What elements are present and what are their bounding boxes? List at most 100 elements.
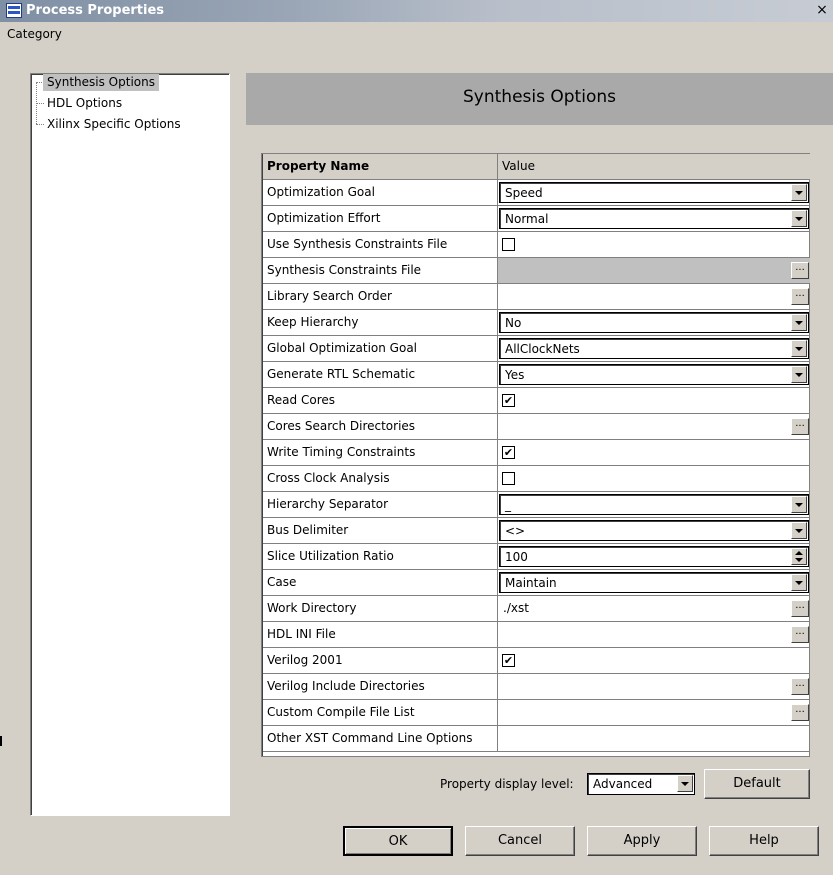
property-value[interactable]: ... [498, 674, 810, 700]
value-dropdown[interactable]: AllClockNets [499, 338, 809, 359]
table-row: Slice Utilization Ratio 100 [263, 544, 810, 570]
column-header-property-name[interactable]: Property Name [263, 154, 498, 180]
value-dropdown[interactable]: _ [499, 494, 809, 515]
ok-button[interactable]: OK [343, 826, 453, 856]
property-name[interactable]: Optimization Goal [263, 180, 498, 206]
property-name[interactable]: Hierarchy Separator [263, 492, 498, 518]
property-name[interactable]: Optimization Effort [263, 206, 498, 232]
browse-button[interactable]: ... [791, 626, 809, 643]
browse-button[interactable]: ... [791, 600, 809, 617]
property-value[interactable]: ... [498, 284, 810, 310]
chevron-down-icon[interactable] [791, 574, 807, 591]
category-tree[interactable]: Synthesis Options HDL Options Xilinx Spe… [30, 73, 230, 816]
table-row: Optimization Effort Normal [263, 206, 810, 232]
chevron-down-icon[interactable] [791, 210, 807, 227]
browse-button[interactable]: ... [791, 288, 809, 305]
value-dropdown[interactable]: Maintain [499, 572, 809, 593]
property-value[interactable]: _ [498, 492, 810, 518]
column-header-value[interactable]: Value [498, 154, 810, 180]
chevron-down-icon[interactable] [791, 184, 807, 201]
chevron-down-icon[interactable] [791, 340, 807, 357]
value-checkbox[interactable]: ✔ [502, 394, 515, 407]
property-value[interactable]: No [498, 310, 810, 336]
property-name[interactable]: Keep Hierarchy [263, 310, 498, 336]
property-value[interactable]: ./xst... [498, 596, 810, 622]
chevron-down-icon[interactable] [791, 314, 807, 331]
display-level-dropdown[interactable]: Advanced [587, 773, 695, 795]
property-value[interactable]: ✔ [498, 388, 810, 414]
help-button[interactable]: Help [709, 826, 819, 856]
property-name[interactable]: HDL INI File [263, 622, 498, 648]
property-name[interactable]: Use Synthesis Constraints File [263, 232, 498, 258]
property-value[interactable]: Yes [498, 362, 810, 388]
property-name[interactable]: Work Directory [263, 596, 498, 622]
property-name[interactable]: Case [263, 570, 498, 596]
spin-arrows-icon[interactable] [791, 548, 807, 565]
value-dropdown[interactable]: Speed [499, 182, 809, 203]
grid-header-row: Property Name Value [263, 154, 810, 180]
value-dropdown[interactable]: Normal [499, 208, 809, 229]
browse-button[interactable]: ... [791, 704, 809, 721]
close-icon[interactable]: × [814, 3, 830, 19]
chevron-down-icon[interactable] [791, 496, 807, 513]
value-checkbox[interactable] [502, 238, 515, 251]
property-name[interactable]: Verilog Include Directories [263, 674, 498, 700]
default-button[interactable]: Default [704, 769, 810, 799]
value-dropdown[interactable]: <> [499, 520, 809, 541]
browse-button[interactable]: ... [791, 418, 809, 435]
property-value[interactable]: ... [498, 414, 810, 440]
property-value[interactable] [498, 466, 810, 492]
browse-button[interactable]: ... [791, 262, 809, 279]
value-spin-field[interactable]: 100 [499, 546, 809, 567]
property-value[interactable]: Normal [498, 206, 810, 232]
table-row: Case Maintain [263, 570, 810, 596]
property-value[interactable]: ... [498, 258, 810, 284]
chevron-down-icon[interactable] [791, 522, 807, 539]
table-row: Work Directory ./xst... [263, 596, 810, 622]
property-value[interactable]: Speed [498, 180, 810, 206]
value-text: Maintain [505, 576, 557, 590]
tree-item-synthesis-options[interactable]: Synthesis Options [43, 74, 159, 91]
display-level-label: Property display level: [440, 777, 574, 791]
property-name[interactable]: Bus Delimiter [263, 518, 498, 544]
property-name[interactable]: Cross Clock Analysis [263, 466, 498, 492]
value-text: AllClockNets [505, 342, 580, 356]
property-value[interactable]: ✔ [498, 648, 810, 674]
property-value[interactable]: ... [498, 622, 810, 648]
chevron-down-icon[interactable] [791, 366, 807, 383]
value-checkbox[interactable]: ✔ [502, 446, 515, 459]
cancel-button[interactable]: Cancel [465, 826, 575, 856]
chevron-down-icon[interactable] [677, 775, 693, 792]
property-value[interactable]: ✔ [498, 440, 810, 466]
property-name[interactable]: Read Cores [263, 388, 498, 414]
property-name[interactable]: Verilog 2001 [263, 648, 498, 674]
property-value[interactable]: AllClockNets [498, 336, 810, 362]
table-row: Verilog Include Directories... [263, 674, 810, 700]
browse-button[interactable]: ... [791, 678, 809, 695]
property-value[interactable] [498, 726, 810, 752]
apply-button[interactable]: Apply [587, 826, 697, 856]
property-value[interactable] [498, 232, 810, 258]
property-name[interactable]: Other XST Command Line Options [263, 726, 498, 752]
property-value[interactable]: 100 [498, 544, 810, 570]
table-row: Hierarchy Separator _ [263, 492, 810, 518]
tree-item-hdl-options[interactable]: HDL Options [43, 95, 126, 112]
tree-item-xilinx-specific-options[interactable]: Xilinx Specific Options [43, 116, 185, 133]
value-checkbox[interactable] [502, 472, 515, 485]
property-value[interactable]: ... [498, 700, 810, 726]
value-dropdown[interactable]: Yes [499, 364, 809, 385]
property-value[interactable]: Maintain [498, 570, 810, 596]
property-name[interactable]: Slice Utilization Ratio [263, 544, 498, 570]
property-name[interactable]: Synthesis Constraints File [263, 258, 498, 284]
property-name[interactable]: Write Timing Constraints [263, 440, 498, 466]
property-value[interactable]: <> [498, 518, 810, 544]
property-name[interactable]: Cores Search Directories [263, 414, 498, 440]
property-name[interactable]: Library Search Order [263, 284, 498, 310]
value-text: Yes [505, 368, 525, 382]
value-text: Speed [505, 186, 543, 200]
property-name[interactable]: Custom Compile File List [263, 700, 498, 726]
value-dropdown[interactable]: No [499, 312, 809, 333]
property-name[interactable]: Global Optimization Goal [263, 336, 498, 362]
value-checkbox[interactable]: ✔ [502, 654, 515, 667]
property-name[interactable]: Generate RTL Schematic [263, 362, 498, 388]
